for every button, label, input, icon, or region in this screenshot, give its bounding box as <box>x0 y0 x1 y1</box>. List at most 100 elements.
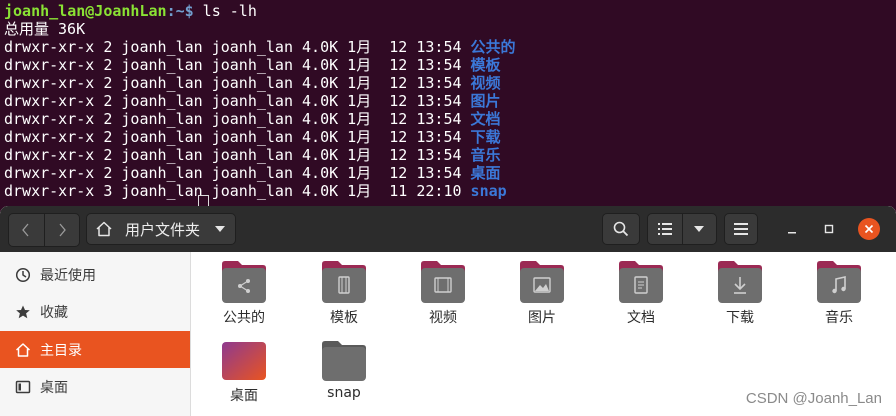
home-icon <box>96 221 112 237</box>
terminal-prompt-line: joanh_lan@JoanhLan:~$ ls -lh <box>4 2 257 20</box>
listing-dir-name: 模板 <box>470 56 501 74</box>
sidebar-item-label: 桌面 <box>40 379 68 396</box>
folder-item[interactable]: 音乐 <box>799 260 879 340</box>
picture-folder-icon <box>520 261 564 303</box>
file-manager-window: 用户文件夹 最近使用 收藏 主目录 桌面 公共的 模板 视频 图片 文档 下载 … <box>0 206 896 416</box>
maximize-icon <box>824 224 834 234</box>
listing-meta: drwxr-xr-x 2 joanh_lan joanh_lan 4.0K 1月… <box>4 92 471 110</box>
view-options-button[interactable] <box>681 214 717 244</box>
forward-button[interactable] <box>43 214 80 246</box>
sidebar-item-starred[interactable]: 收藏 <box>0 293 190 330</box>
folder-icon <box>322 341 366 381</box>
listing-meta: drwxr-xr-x 2 joanh_lan joanh_lan 4.0K 1月… <box>4 110 471 128</box>
list-view-icon <box>657 223 672 235</box>
folder-item[interactable]: snap <box>304 340 384 416</box>
clock-icon <box>14 266 32 284</box>
prompt-user: joanh_lan@JoanhLan <box>4 2 167 20</box>
sidebar-item-label: 收藏 <box>40 304 68 321</box>
navigation-buttons <box>8 213 80 247</box>
terminal-window[interactable]: joanh_lan@JoanhLan:~$ ls -lh 总用量 36K drw… <box>0 0 896 210</box>
terminal-listing-row: drwxr-xr-x 2 joanh_lan joanh_lan 4.0K 1月… <box>4 56 501 74</box>
location-button[interactable]: 用户文件夹 <box>86 213 236 245</box>
terminal-listing-row: drwxr-xr-x 3 joanh_lan joanh_lan 4.0K 1月… <box>4 182 507 200</box>
folder-item[interactable]: 桌面 <box>204 340 284 416</box>
close-button[interactable] <box>858 218 880 240</box>
file-label: 公共的 <box>223 310 265 326</box>
back-button[interactable] <box>9 214 44 246</box>
listing-dir-name: 文档 <box>470 110 501 128</box>
listing-meta: drwxr-xr-x 2 joanh_lan joanh_lan 4.0K 1月… <box>4 56 471 74</box>
document-folder-icon <box>619 261 663 303</box>
listing-dir-name: 桌面 <box>470 164 501 182</box>
listing-meta: drwxr-xr-x 2 joanh_lan joanh_lan 4.0K 1月… <box>4 164 471 182</box>
desktop-icon <box>14 378 32 396</box>
home-icon <box>14 341 32 359</box>
template-folder-icon <box>322 261 366 303</box>
location-label: 用户文件夹 <box>125 220 201 239</box>
listing-dir-name: 图片 <box>470 92 501 110</box>
search-button[interactable] <box>602 213 640 245</box>
file-label: 模板 <box>330 310 358 326</box>
sidebar-item-desktop[interactable]: 桌面 <box>0 368 190 405</box>
listing-meta: drwxr-xr-x 2 joanh_lan joanh_lan 4.0K 1月… <box>4 128 471 146</box>
sidebar-item-label: 最近使用 <box>40 267 96 284</box>
folder-item[interactable]: 模板 <box>304 260 384 340</box>
folder-item[interactable]: 公共的 <box>204 260 284 340</box>
music-folder-icon <box>817 261 861 303</box>
terminal-listing-row: drwxr-xr-x 2 joanh_lan joanh_lan 4.0K 1月… <box>4 74 501 92</box>
terminal-listing-row: drwxr-xr-x 2 joanh_lan joanh_lan 4.0K 1月… <box>4 128 501 146</box>
minimize-icon <box>788 232 796 234</box>
desktop-folder-icon <box>222 342 266 380</box>
view-controls <box>647 213 717 245</box>
terminal-listing-row: drwxr-xr-x 2 joanh_lan joanh_lan 4.0K 1月… <box>4 146 501 164</box>
file-label: 图片 <box>528 310 556 326</box>
star-icon <box>14 303 32 321</box>
terminal-listing-row: drwxr-xr-x 2 joanh_lan joanh_lan 4.0K 1月… <box>4 92 501 110</box>
prompt-separator: :~$ <box>166 2 194 20</box>
listing-meta: drwxr-xr-x 2 joanh_lan joanh_lan 4.0K 1月… <box>4 74 471 92</box>
listing-meta: drwxr-xr-x 3 joanh_lan joanh_lan 4.0K 1月… <box>4 182 471 200</box>
close-icon <box>864 224 874 234</box>
folder-item[interactable]: 视频 <box>403 260 483 340</box>
listing-meta: drwxr-xr-x 2 joanh_lan joanh_lan 4.0K 1月… <box>4 38 471 56</box>
chevron-down-icon <box>215 226 225 232</box>
maximize-button[interactable] <box>818 218 840 240</box>
share-folder-icon <box>222 261 266 303</box>
terminal-command: ls -lh <box>193 2 257 20</box>
chevron-right-icon <box>59 223 66 237</box>
file-label: snap <box>327 385 361 401</box>
listing-dir-name: 音乐 <box>470 146 501 164</box>
listing-dir-name: 公共的 <box>470 38 516 56</box>
sidebar: 最近使用 收藏 主目录 桌面 <box>0 252 191 416</box>
terminal-listing-row: drwxr-xr-x 2 joanh_lan joanh_lan 4.0K 1月… <box>4 38 516 56</box>
search-icon <box>613 221 629 237</box>
menu-button[interactable] <box>724 213 758 245</box>
listing-dir-name: 下载 <box>470 128 501 146</box>
folder-item[interactable]: 文档 <box>601 260 681 340</box>
watermark: CSDN @Joanh_Lan <box>745 390 882 407</box>
sidebar-item-home[interactable]: 主目录 <box>0 331 190 368</box>
file-label: 桌面 <box>230 388 258 404</box>
folder-item[interactable]: 图片 <box>502 260 582 340</box>
header-bar: 用户文件夹 <box>0 206 896 252</box>
hamburger-menu-icon <box>734 223 748 235</box>
minimize-button[interactable] <box>781 218 803 240</box>
file-label: 文档 <box>627 310 655 326</box>
terminal-listing-row: drwxr-xr-x 2 joanh_lan joanh_lan 4.0K 1月… <box>4 164 501 182</box>
download-folder-icon <box>718 261 762 303</box>
terminal-listing-row: drwxr-xr-x 2 joanh_lan joanh_lan 4.0K 1月… <box>4 110 501 128</box>
folder-item[interactable]: 下载 <box>700 260 780 340</box>
file-label: 音乐 <box>825 310 853 326</box>
chevron-left-icon <box>22 223 29 237</box>
file-label: 下载 <box>726 310 754 326</box>
listing-meta: drwxr-xr-x 2 joanh_lan joanh_lan 4.0K 1月… <box>4 146 471 164</box>
file-label: 视频 <box>429 310 457 326</box>
terminal-total: 总用量 36K <box>4 20 86 38</box>
sidebar-item-label: 主目录 <box>40 342 82 359</box>
listing-dir-name: snap <box>470 182 507 200</box>
sidebar-item-recent[interactable]: 最近使用 <box>0 256 190 293</box>
listing-dir-name: 视频 <box>470 74 501 92</box>
video-folder-icon <box>421 261 465 303</box>
list-view-button[interactable] <box>648 214 682 244</box>
chevron-down-icon <box>694 226 705 232</box>
